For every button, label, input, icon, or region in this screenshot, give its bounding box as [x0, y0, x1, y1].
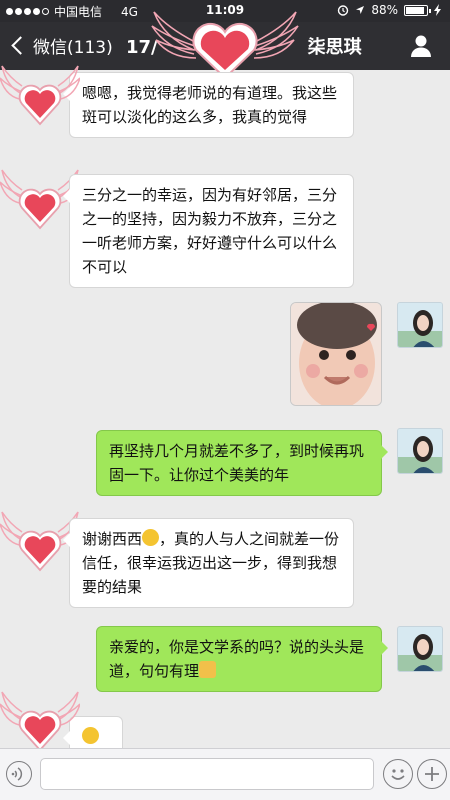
back-button[interactable]: 微信(113) — [8, 33, 113, 58]
message-bubble-outgoing[interactable]: 亲爱的，你是文学系的吗？说的头头是道，句句有理 — [96, 626, 388, 692]
message-text: 谢谢西西 — [82, 530, 143, 548]
message-text: 三分之一的幸运，因为有好邻居，三分之一的坚持，因为毅力不放弃，三分之一听老师方案… — [82, 186, 338, 276]
plus-icon — [425, 767, 439, 781]
message-bubble-incoming[interactable]: 嗯嗯，我觉得老师说的有道理。我这些斑可以淡化的这么多，我真的觉得 — [63, 72, 354, 138]
charging-icon — [434, 4, 441, 16]
chevron-left-icon — [11, 36, 30, 55]
more-options-button[interactable] — [417, 759, 447, 789]
voice-input-button[interactable] — [6, 761, 32, 787]
my-avatar[interactable] — [397, 428, 443, 474]
input-bar — [0, 748, 450, 800]
image-message[interactable] — [290, 302, 382, 406]
battery-percent: 88% — [371, 3, 398, 17]
thumbs-up-emoji-icon — [199, 661, 217, 678]
heart-eyes-emoji-icon — [82, 727, 99, 744]
kiss-emoji-icon — [142, 529, 160, 546]
alarm-icon — [338, 5, 349, 16]
chat-area[interactable]: 嗯嗯，我觉得老师说的有道理。我这些斑可以淡化的这么多，我真的觉得 三分之一的幸运… — [0, 70, 450, 748]
my-avatar[interactable] — [397, 626, 443, 672]
contact-avatar-heart[interactable] — [0, 690, 80, 752]
message-input[interactable] — [40, 758, 374, 790]
emoji-button[interactable] — [383, 759, 413, 789]
battery-icon — [404, 4, 431, 16]
message-text: 嗯嗯，我觉得老师说的有道理。我这些斑可以淡化的这么多，我真的觉得 — [82, 84, 338, 126]
message-bubble-incoming[interactable]: 三分之一的幸运，因为有好邻居，三分之一的坚持，因为毅力不放弃，三分之一听老师方案… — [63, 174, 354, 288]
person-icon[interactable] — [410, 34, 432, 58]
chat-title-suffix: 柒思琪 — [307, 37, 362, 58]
my-avatar[interactable] — [397, 302, 443, 348]
contact-avatar-heart[interactable] — [0, 64, 80, 126]
message-bubble-outgoing[interactable]: 再坚持几个月就差不多了，到时候再巩固一下。让你过个美美的年 — [96, 430, 388, 496]
smiley-icon — [391, 769, 405, 780]
voice-icon — [11, 767, 23, 781]
location-icon — [356, 6, 365, 14]
message-bubble-incoming[interactable]: 谢谢西西 ，真的人与人之间就差一份信任，很幸运我迈出这一步，得到我想要的结果 — [63, 518, 354, 608]
message-text: 亲爱的，你是文学系的吗？说的头头是道，句句有理 — [109, 638, 365, 680]
message-text: 再坚持几个月就差不多了，到时候再巩固一下。让你过个美美的年 — [109, 442, 365, 484]
back-label: 微信(113) — [33, 38, 113, 58]
